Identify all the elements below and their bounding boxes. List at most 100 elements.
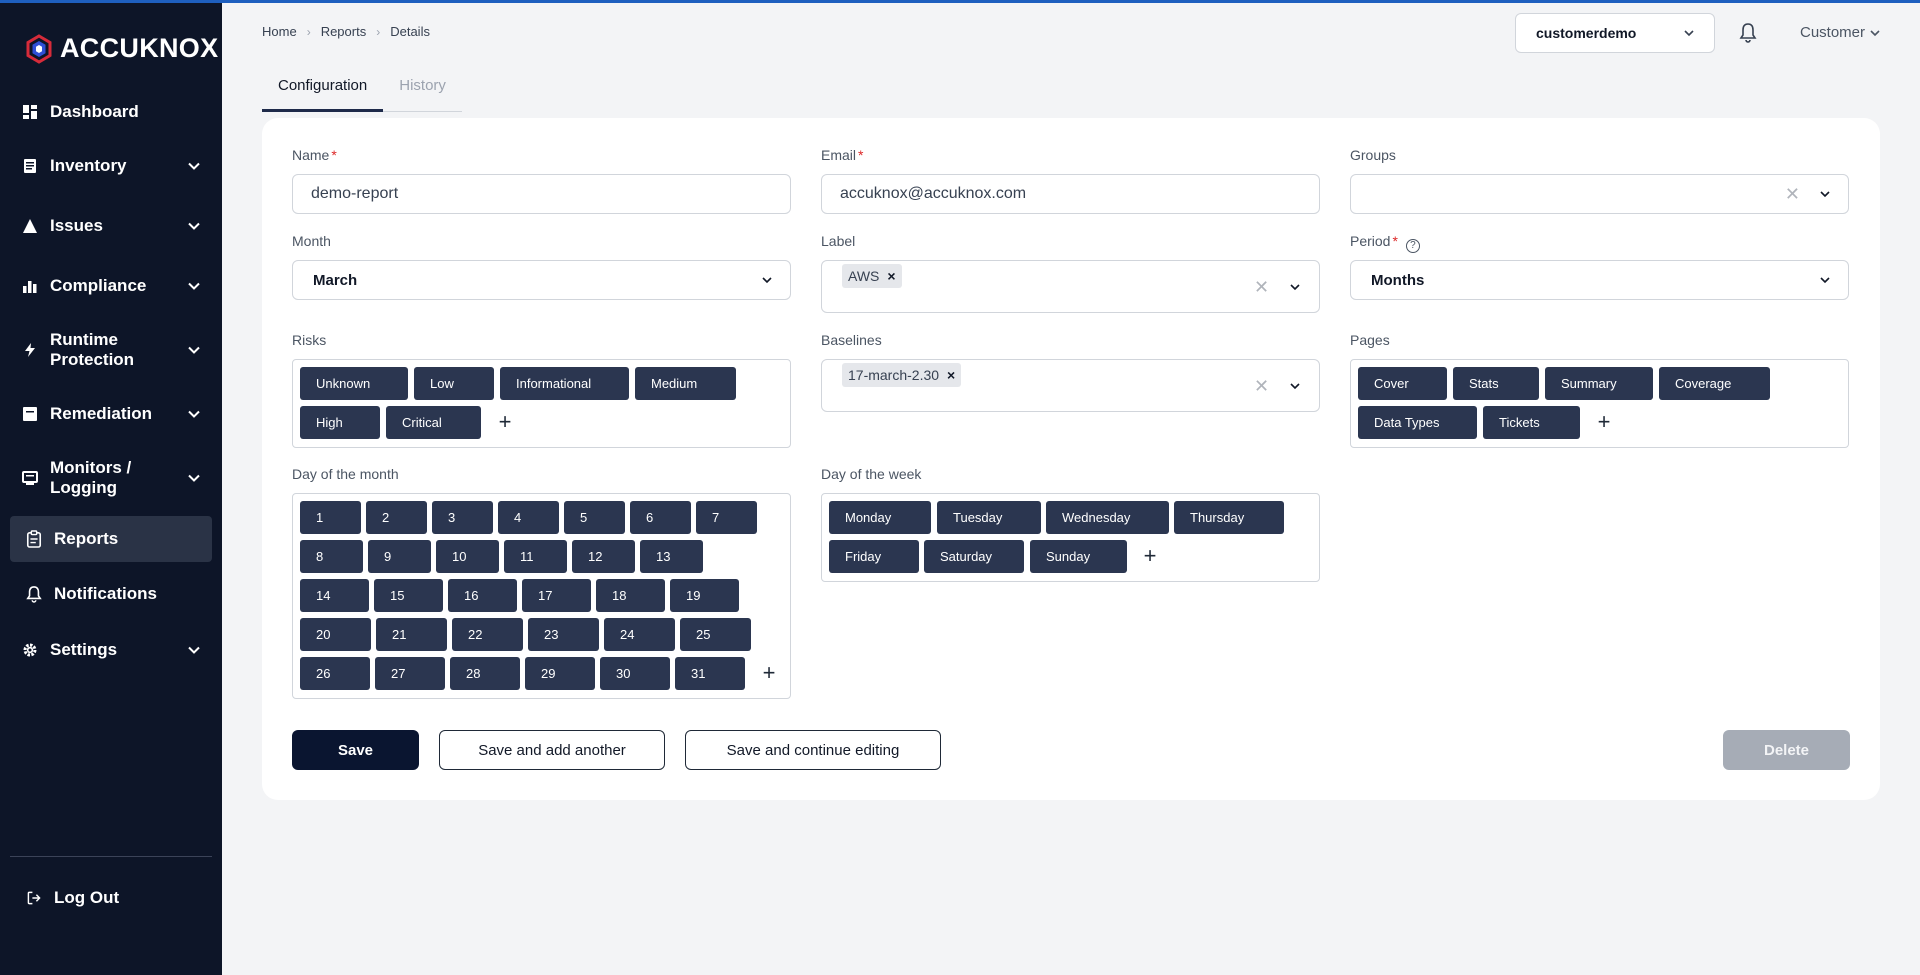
logout-button[interactable]: Log Out: [10, 886, 212, 910]
email-field[interactable]: accuknox@accuknox.com: [821, 174, 1320, 214]
risk-chip[interactable]: Low: [414, 367, 494, 400]
day-chip[interactable]: 23: [528, 618, 599, 651]
add-risk-icon[interactable]: +: [495, 411, 515, 433]
sidebar-item-label: Runtime Protection: [50, 330, 135, 369]
day-chip[interactable]: 5: [564, 501, 625, 534]
user-menu[interactable]: Customer: [1800, 24, 1881, 41]
sidebar-item-monitors-logging[interactable]: Monitors / Logging: [10, 458, 212, 498]
tenant-selector[interactable]: customerdemo: [1515, 13, 1715, 53]
month-select[interactable]: March: [292, 260, 791, 300]
day-chip[interactable]: 24: [604, 618, 675, 651]
day-chip[interactable]: 28: [450, 657, 520, 690]
weekday-chip[interactable]: Tuesday: [937, 501, 1041, 534]
sidebar-item-notifications[interactable]: Notifications: [10, 582, 212, 606]
remove-tag-icon[interactable]: ×: [947, 367, 955, 383]
save-button[interactable]: Save: [292, 730, 419, 770]
baseline-tag: 17-march-2.30 ×: [842, 363, 962, 387]
clear-icon[interactable]: ✕: [1254, 277, 1269, 298]
day-chip[interactable]: 27: [375, 657, 445, 690]
weekday-chip[interactable]: Wednesday: [1046, 501, 1169, 534]
day-chip[interactable]: 30: [600, 657, 670, 690]
period-label: Period *?: [1350, 233, 1420, 253]
groups-select[interactable]: ✕: [1350, 174, 1849, 214]
day-chip[interactable]: 2: [366, 501, 427, 534]
page-chip[interactable]: Stats: [1453, 367, 1539, 400]
day-chip[interactable]: 8: [300, 540, 363, 573]
tab-configuration[interactable]: Configuration: [262, 70, 384, 112]
day-chip[interactable]: 13: [640, 540, 703, 573]
sidebar-item-runtime-protection[interactable]: Runtime Protection: [10, 330, 212, 370]
day-of-week-chip-group: Monday Tuesday Wednesday Thursday Friday…: [821, 493, 1320, 582]
day-chip[interactable]: 19: [670, 579, 739, 612]
day-chip[interactable]: 20: [300, 618, 371, 651]
breadcrumb-details: Details: [390, 24, 430, 39]
day-chip[interactable]: 4: [498, 501, 559, 534]
accuknox-logo-icon: [26, 33, 52, 64]
weekday-chip[interactable]: Friday: [829, 540, 919, 573]
brand-logo[interactable]: ACCUKNOX: [24, 33, 218, 64]
sidebar-item-compliance[interactable]: Compliance: [10, 274, 212, 298]
page-chip[interactable]: Cover: [1358, 367, 1447, 400]
day-chip[interactable]: 17: [522, 579, 591, 612]
add-page-icon[interactable]: +: [1594, 411, 1614, 433]
month-value: March: [313, 271, 358, 289]
risk-chip[interactable]: Critical: [386, 406, 481, 439]
name-field[interactable]: demo-report: [292, 174, 791, 214]
remove-tag-icon[interactable]: ×: [887, 268, 895, 284]
clear-icon[interactable]: ✕: [1785, 184, 1800, 205]
risk-chip[interactable]: Unknown: [300, 367, 408, 400]
help-icon[interactable]: ?: [1405, 238, 1420, 253]
save-and-add-another-button[interactable]: Save and add another: [439, 730, 665, 770]
label-multiselect[interactable]: AWS × ✕: [821, 260, 1320, 313]
sidebar-item-dashboard[interactable]: Dashboard: [10, 100, 212, 124]
page-chip[interactable]: Tickets: [1483, 406, 1580, 439]
breadcrumb: Home › Reports › Details: [262, 24, 430, 39]
risk-chip[interactable]: High: [300, 406, 380, 439]
day-chip[interactable]: 6: [630, 501, 691, 534]
day-chip[interactable]: 10: [436, 540, 499, 573]
page-chip[interactable]: Summary: [1545, 367, 1653, 400]
weekday-chip[interactable]: Monday: [829, 501, 931, 534]
day-chip[interactable]: 21: [376, 618, 447, 651]
period-select[interactable]: Months: [1350, 260, 1849, 300]
clear-icon[interactable]: ✕: [1254, 376, 1269, 397]
sidebar-item-label: Inventory: [50, 156, 127, 175]
tab-history[interactable]: History: [383, 70, 462, 112]
notifications-bell-icon[interactable]: [1738, 22, 1758, 44]
add-weekday-icon[interactable]: +: [1140, 545, 1160, 567]
add-day-icon[interactable]: +: [759, 662, 779, 684]
day-chip[interactable]: 26: [300, 657, 370, 690]
weekday-chip[interactable]: Thursday: [1174, 501, 1284, 534]
day-chip[interactable]: 1: [300, 501, 361, 534]
day-chip[interactable]: 7: [696, 501, 757, 534]
day-chip[interactable]: 11: [504, 540, 567, 573]
weekday-chip[interactable]: Sunday: [1030, 540, 1127, 573]
breadcrumb-reports[interactable]: Reports: [321, 24, 367, 39]
day-chip[interactable]: 3: [432, 501, 493, 534]
breadcrumb-home[interactable]: Home: [262, 24, 297, 39]
baselines-multiselect[interactable]: 17-march-2.30 × ✕: [821, 359, 1320, 412]
sidebar-item-inventory[interactable]: Inventory: [10, 154, 212, 178]
day-chip[interactable]: 18: [596, 579, 665, 612]
day-chip[interactable]: 12: [572, 540, 635, 573]
sidebar-item-settings[interactable]: Settings: [10, 638, 212, 662]
save-and-continue-editing-button[interactable]: Save and continue editing: [685, 730, 941, 770]
day-chip[interactable]: 22: [452, 618, 523, 651]
sidebar-item-remediation[interactable]: Remediation: [10, 402, 212, 426]
day-chip[interactable]: 31: [675, 657, 745, 690]
sidebar-item-label: Settings: [50, 640, 118, 659]
sidebar-item-reports[interactable]: Reports: [10, 516, 212, 562]
sidebar-item-issues[interactable]: Issues: [10, 214, 212, 238]
risk-chip[interactable]: Medium: [635, 367, 736, 400]
day-chip[interactable]: 15: [374, 579, 443, 612]
day-chip[interactable]: 14: [300, 579, 369, 612]
page-chip[interactable]: Coverage: [1659, 367, 1770, 400]
day-chip[interactable]: 25: [680, 618, 751, 651]
day-chip[interactable]: 16: [448, 579, 517, 612]
day-chip[interactable]: 29: [525, 657, 595, 690]
weekday-chip[interactable]: Saturday: [924, 540, 1024, 573]
delete-button[interactable]: Delete: [1723, 730, 1850, 770]
risk-chip[interactable]: Informational: [500, 367, 629, 400]
page-chip[interactable]: Data Types: [1358, 406, 1477, 439]
day-chip[interactable]: 9: [368, 540, 431, 573]
